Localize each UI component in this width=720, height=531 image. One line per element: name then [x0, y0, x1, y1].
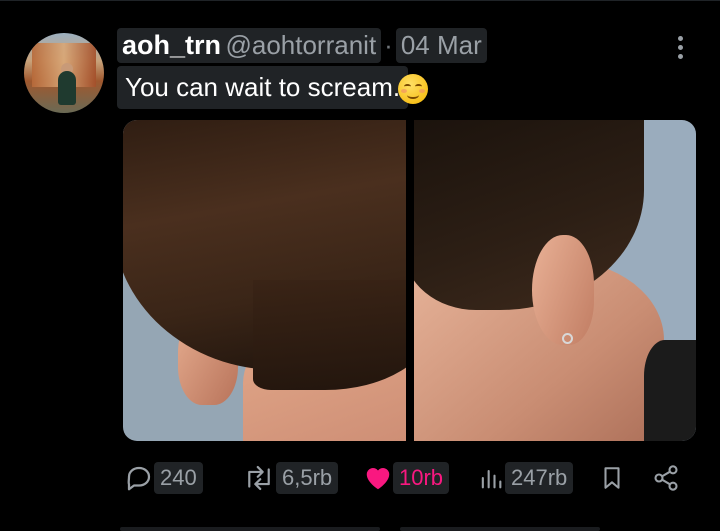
- media-image-right[interactable]: [414, 120, 696, 441]
- bookmark-button[interactable]: [598, 460, 626, 496]
- separator-dot: ·: [384, 29, 393, 60]
- next-post-preview: [0, 522, 720, 531]
- media-image-left[interactable]: [123, 120, 406, 441]
- more-options-icon[interactable]: [676, 36, 684, 64]
- repost-icon: [248, 465, 270, 491]
- share-button[interactable]: [651, 460, 681, 496]
- divider: [0, 0, 720, 1]
- smiling-face-icon: [398, 74, 428, 104]
- bookmark-icon: [604, 467, 620, 489]
- repost-count: 6,5rb: [276, 462, 339, 494]
- reply-count: 240: [154, 462, 203, 494]
- earring: [562, 333, 573, 344]
- avatar[interactable]: [24, 33, 104, 113]
- share-icon: [654, 465, 678, 491]
- author-name[interactable]: aoh_trn: [122, 30, 221, 60]
- reply-button[interactable]: 240: [124, 460, 203, 496]
- heart-icon: [366, 468, 390, 490]
- view-count: 247rb: [505, 462, 574, 494]
- author-chip: aoh_trn @aohtorranit: [117, 27, 382, 63]
- avatar-person: [58, 71, 76, 105]
- post-text: You can wait to scream.: [117, 65, 409, 109]
- author-handle[interactable]: @aohtorranit: [225, 30, 376, 60]
- post-header: aoh_trn @aohtorranit · 04 Mar: [117, 27, 487, 63]
- views-button[interactable]: 247rb: [477, 460, 574, 496]
- post-text-row: You can wait to scream.: [117, 65, 409, 109]
- reply-icon: [127, 466, 151, 491]
- like-count: 10rb: [393, 462, 450, 494]
- post-media[interactable]: [123, 120, 696, 441]
- repost-button[interactable]: 6,5rb: [242, 460, 339, 496]
- post-date[interactable]: 04 Mar: [395, 27, 487, 63]
- like-button[interactable]: 10rb: [363, 460, 450, 496]
- post-actions: 240 6,5rb 10rb 247rb: [120, 460, 690, 496]
- bar-chart-icon: [481, 469, 502, 489]
